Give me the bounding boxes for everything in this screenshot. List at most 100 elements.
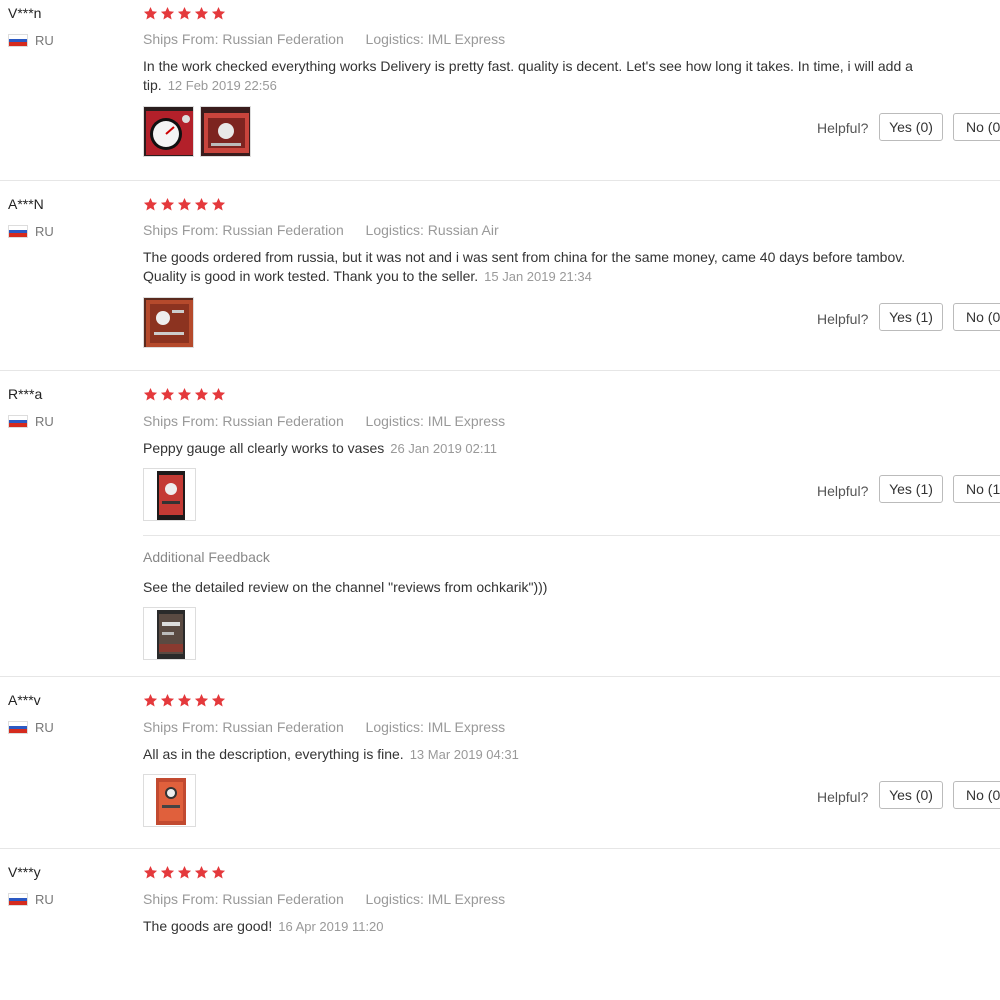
reviewer-country: RU [8, 720, 54, 735]
logistics-label: Logistics: [365, 413, 424, 429]
star-icon [160, 693, 175, 708]
star-icon [143, 387, 158, 402]
star-icon [143, 865, 158, 880]
country-code: RU [35, 414, 54, 429]
star-icon [211, 197, 226, 212]
helpful-yes-button[interactable]: Yes (1) [879, 475, 943, 503]
helpful-label: Helpful? [817, 120, 869, 136]
ships-from-label: Ships From: [143, 222, 219, 238]
helpful-label: Helpful? [817, 483, 869, 499]
review-photos [143, 106, 251, 157]
review-date: 16 Apr 2019 11:20 [278, 919, 384, 934]
review-text-block: The goods ordered from russia, but it wa… [143, 248, 913, 286]
logistics-value: IML Express [427, 719, 506, 735]
logistics-label: Logistics: [365, 891, 424, 907]
star-icon [160, 387, 175, 402]
shipping-info: Ships From: Russian Federation Logistics… [143, 891, 505, 907]
star-icon [177, 865, 192, 880]
shipping-info: Ships From: Russian Federation Logistics… [143, 413, 505, 429]
review-photo[interactable] [143, 106, 194, 157]
helpful-label: Helpful? [817, 311, 869, 327]
review-text: The goods are good! [143, 918, 273, 934]
review-date: 15 Jan 2019 21:34 [484, 269, 592, 284]
reviewer-country: RU [8, 224, 54, 239]
star-icon [211, 387, 226, 402]
review-item: R***a RU Ships From: Russian Federation … [0, 370, 1000, 677]
logistics-value: IML Express [427, 413, 506, 429]
helpful-no-button[interactable]: No (0 [953, 113, 1000, 141]
star-icon [177, 6, 192, 21]
star-icon [211, 865, 226, 880]
rating-stars [143, 6, 226, 21]
rating-stars [143, 197, 226, 212]
star-icon [160, 865, 175, 880]
country-code: RU [35, 224, 54, 239]
review-item: A***v RU Ships From: Russian Federation … [0, 676, 1000, 849]
review-text-block: Peppy gauge all clearly works to vases 26… [143, 439, 913, 458]
review-photo[interactable] [143, 774, 196, 827]
star-icon [194, 693, 209, 708]
logistics-value: IML Express [427, 31, 506, 47]
rating-stars [143, 387, 226, 402]
helpful-yes-button[interactable]: Yes (0) [879, 781, 943, 809]
feedback-divider [143, 535, 1000, 536]
helpful-yes-button[interactable]: Yes (0) [879, 113, 943, 141]
ships-from-value: Russian Federation [222, 719, 344, 735]
reviewer-name: V***y [8, 864, 41, 880]
russia-flag-icon [8, 721, 28, 734]
ships-from-label: Ships From: [143, 31, 219, 47]
helpful-yes-button[interactable]: Yes (1) [879, 303, 943, 331]
additional-feedback-label: Additional Feedback [143, 549, 270, 565]
star-icon [194, 197, 209, 212]
review-photos [143, 297, 194, 348]
rating-stars [143, 693, 226, 708]
review-item: V***n RU Ships From: Russian Federation … [0, 0, 1000, 181]
shipping-info: Ships From: Russian Federation Logistics… [143, 719, 505, 735]
review-photo[interactable] [143, 468, 196, 521]
review-date: 13 Mar 2019 04:31 [409, 747, 519, 762]
reviewer-country: RU [8, 33, 54, 48]
helpful-no-button[interactable]: No (0 [953, 303, 1000, 331]
russia-flag-icon [8, 34, 28, 47]
ships-from-label: Ships From: [143, 413, 219, 429]
star-icon [143, 693, 158, 708]
star-icon [177, 693, 192, 708]
review-text-block: All as in the description, everything is… [143, 745, 913, 764]
russia-flag-icon [8, 415, 28, 428]
star-icon [177, 387, 192, 402]
star-icon [143, 197, 158, 212]
russia-flag-icon [8, 893, 28, 906]
helpful-no-button[interactable]: No (1 [953, 475, 1000, 503]
star-icon [194, 865, 209, 880]
reviewer-name: R***a [8, 386, 43, 402]
ships-from-value: Russian Federation [222, 222, 344, 238]
ships-from-label: Ships From: [143, 719, 219, 735]
russia-flag-icon [8, 225, 28, 238]
country-code: RU [35, 720, 54, 735]
review-item: V***y RU Ships From: Russian Federation … [0, 848, 1000, 1000]
review-photo[interactable] [200, 106, 251, 157]
shipping-info: Ships From: Russian Federation Logistics… [143, 31, 505, 47]
review-text-block: In the work checked everything works Del… [143, 57, 913, 95]
review-photos [143, 774, 196, 827]
review-text: Peppy gauge all clearly works to vases [143, 440, 385, 456]
reviewer-name: A***N [8, 196, 44, 212]
review-photo[interactable] [143, 297, 194, 348]
reviewer-name: V***n [8, 5, 42, 21]
review-date: 26 Jan 2019 02:11 [390, 441, 497, 456]
reviewer-country: RU [8, 892, 54, 907]
country-code: RU [35, 892, 54, 907]
helpful-no-button[interactable]: No (0 [953, 781, 1000, 809]
helpful-label: Helpful? [817, 789, 869, 805]
logistics-value: Russian Air [427, 222, 499, 238]
reviewer-country: RU [8, 414, 54, 429]
star-icon [177, 197, 192, 212]
ships-from-label: Ships From: [143, 891, 219, 907]
review-item: A***N RU Ships From: Russian Federation … [0, 180, 1000, 371]
review-text-block: The goods are good! 16 Apr 2019 11:20 [143, 917, 913, 936]
review-photo[interactable] [143, 607, 196, 660]
review-photos [143, 468, 196, 521]
logistics-label: Logistics: [365, 719, 424, 735]
reviewer-name: A***v [8, 692, 41, 708]
ships-from-value: Russian Federation [222, 891, 344, 907]
